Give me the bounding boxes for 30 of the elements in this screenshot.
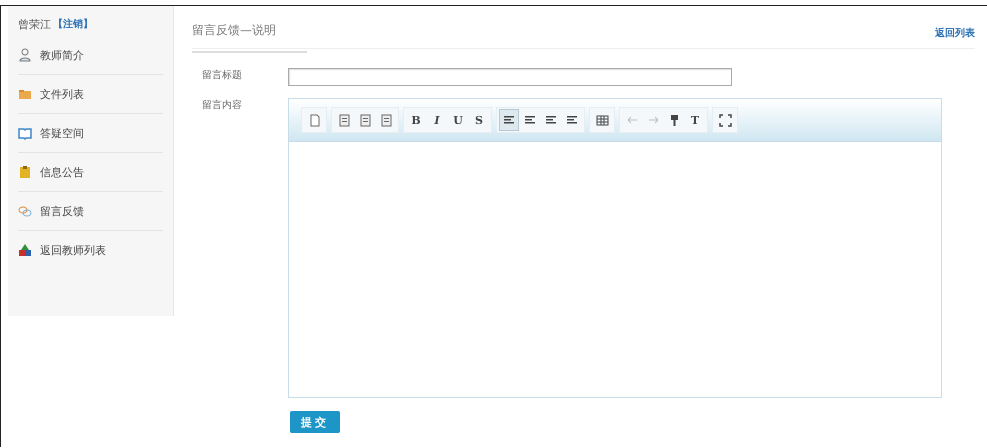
toolbar-button[interactable]: I: [427, 109, 447, 131]
fullscreen-icon: [718, 113, 732, 127]
toolbar-button[interactable]: T: [685, 109, 705, 131]
chat-icon: [18, 204, 32, 218]
toolbar-button[interactable]: [499, 109, 519, 131]
toolbar-button[interactable]: B: [406, 109, 426, 131]
back-link[interactable]: 返回列表: [935, 26, 975, 40]
notice-icon: [18, 165, 32, 179]
sidebar-link[interactable]: 返回教师列表: [40, 242, 106, 258]
sidebar-link[interactable]: 留言反馈: [40, 204, 84, 218]
clipboard-icon: [337, 113, 351, 127]
title-input[interactable]: [288, 68, 732, 86]
folder-icon: [18, 87, 32, 101]
sidebar-link[interactable]: 信息公告: [40, 164, 84, 180]
sidebar-link[interactable]: 教师简介: [40, 48, 84, 62]
table-icon: [595, 113, 609, 127]
field-label: 留言内容: [201, 98, 243, 112]
toolbar-button[interactable]: S: [469, 109, 489, 131]
book-icon: [18, 126, 32, 140]
clipboard-icon: [379, 113, 393, 127]
sidebar-link[interactable]: 答疑空间: [40, 126, 84, 140]
logout-link[interactable]: 【注销】: [53, 17, 93, 31]
shapes-icon: [18, 243, 32, 257]
page-title: 留言反馈—说明: [192, 6, 307, 53]
sidebar-link[interactable]: 文件列表: [40, 86, 84, 102]
user-name: 曾荣江: [18, 16, 51, 32]
field-label: 留言标题: [201, 68, 243, 82]
clipboard-icon: [358, 113, 372, 127]
toolbar-button[interactable]: U: [448, 109, 468, 131]
person-icon: [18, 48, 32, 62]
